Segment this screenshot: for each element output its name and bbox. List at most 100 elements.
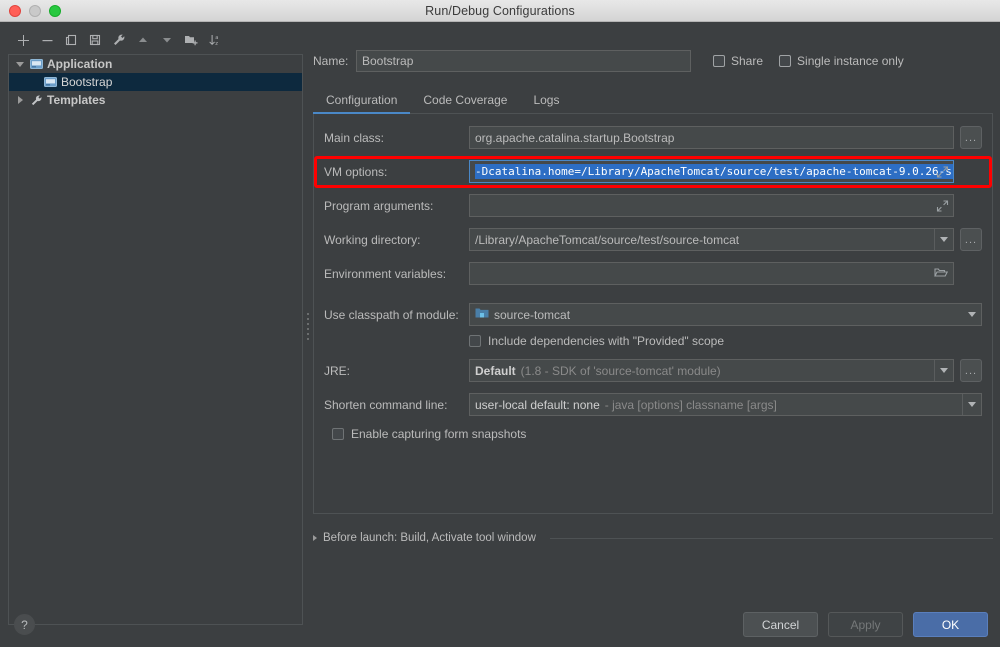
editor-tabs: Configuration Code Coverage Logs	[313, 86, 993, 114]
splitter-grip-icon	[307, 313, 309, 340]
tree-item-label: Application	[45, 57, 112, 71]
jre-label: JRE:	[324, 364, 469, 378]
classpath-module-value: source-tomcat	[494, 308, 570, 322]
tab-code-coverage[interactable]: Code Coverage	[410, 93, 520, 113]
configuration-editor-panel: Name: Bootstrap Share Single instance on…	[313, 28, 993, 625]
main-class-input[interactable]: org.apache.catalina.startup.Bootstrap	[469, 126, 954, 149]
ellipsis-icon: ...	[965, 365, 977, 377]
name-row: Name: Bootstrap Share Single instance on…	[313, 50, 993, 72]
tab-label: Configuration	[326, 93, 397, 107]
name-input-value: Bootstrap	[362, 54, 413, 68]
single-instance-label: Single instance only	[797, 54, 904, 68]
application-icon	[41, 77, 59, 88]
checkbox-box-icon	[713, 55, 725, 67]
move-up-button[interactable]	[132, 29, 154, 51]
vm-options-input[interactable]: -Dcatalina.home=/Library/ApacheTomcat/so…	[469, 160, 954, 183]
expand-triangle-right-icon[interactable]	[313, 535, 317, 541]
working-directory-browse-button[interactable]: ...	[960, 228, 982, 251]
move-down-button[interactable]	[156, 29, 178, 51]
chevron-down-icon[interactable]	[962, 394, 981, 415]
wrench-icon[interactable]	[108, 29, 130, 51]
jre-value-detail: (1.8 - SDK of 'source-tomcat' module)	[521, 364, 721, 378]
configurations-panel: a z Application	[8, 28, 303, 625]
cancel-button[interactable]: Cancel	[743, 612, 818, 637]
jre-combo[interactable]: Default (1.8 - SDK of 'source-tomcat' mo…	[469, 359, 954, 382]
expand-editor-icon[interactable]	[936, 199, 949, 212]
copy-configuration-button[interactable]	[60, 29, 82, 51]
chevron-down-icon[interactable]	[962, 304, 981, 325]
main-class-label: Main class:	[324, 131, 469, 145]
classpath-module-combo[interactable]: source-tomcat	[469, 303, 982, 326]
tree-item-templates[interactable]: Templates	[9, 91, 302, 109]
program-arguments-input[interactable]	[469, 194, 954, 217]
run-debug-configurations-window: Run/Debug Configurations	[0, 0, 1000, 647]
single-instance-checkbox[interactable]: Single instance only	[779, 54, 904, 68]
form-snapshots-checkbox[interactable]: Enable capturing form snapshots	[332, 427, 982, 441]
name-input[interactable]: Bootstrap	[356, 50, 691, 72]
tree-item-bootstrap[interactable]: Bootstrap	[9, 73, 302, 91]
include-provided-checkbox[interactable]: Include dependencies with "Provided" sco…	[469, 334, 982, 348]
save-configuration-button[interactable]	[84, 29, 106, 51]
classpath-module-label: Use classpath of module:	[324, 308, 469, 322]
ok-button[interactable]: OK	[913, 612, 988, 637]
program-arguments-label: Program arguments:	[324, 199, 469, 213]
tree-item-label: Templates	[45, 93, 105, 107]
ellipsis-icon: ...	[965, 234, 977, 246]
working-directory-combo[interactable]: /Library/ApacheTomcat/source/test/source…	[469, 228, 954, 251]
question-mark-icon: ?	[21, 618, 28, 632]
chevron-down-icon[interactable]	[934, 229, 953, 250]
ellipsis-icon: ...	[965, 132, 977, 144]
main-class-row: Main class: org.apache.catalina.startup.…	[324, 126, 982, 149]
classpath-module-row: Use classpath of module: source	[324, 303, 982, 326]
apply-button-label: Apply	[850, 618, 880, 632]
working-directory-label: Working directory:	[324, 233, 469, 247]
add-configuration-button[interactable]	[12, 29, 34, 51]
checkbox-box-icon	[779, 55, 791, 67]
vm-options-label: VM options:	[324, 165, 469, 179]
tab-configuration[interactable]: Configuration	[313, 93, 410, 113]
tree-item-label: Bootstrap	[59, 75, 112, 89]
header-checkboxes: Share Single instance only	[713, 54, 904, 68]
checkbox-box-icon	[332, 428, 344, 440]
remove-configuration-button[interactable]	[36, 29, 58, 51]
application-icon	[27, 59, 45, 70]
module-icon	[475, 307, 489, 322]
configurations-tree[interactable]: Application Bootstrap	[8, 54, 303, 625]
expand-triangle-right-icon[interactable]	[13, 96, 27, 104]
include-provided-label: Include dependencies with "Provided" sco…	[488, 334, 724, 348]
vm-options-row: VM options: -Dcatalina.home=/Library/Apa…	[324, 160, 982, 183]
main-class-value: org.apache.catalina.startup.Bootstrap	[475, 131, 674, 145]
shorten-command-line-row: Shorten command line: user-local default…	[324, 393, 982, 416]
window-titlebar: Run/Debug Configurations	[0, 0, 1000, 22]
shorten-command-line-label: Shorten command line:	[324, 398, 469, 412]
cancel-button-label: Cancel	[762, 618, 799, 632]
name-label: Name:	[313, 54, 356, 68]
shorten-command-line-value: user-local default: none	[475, 398, 600, 412]
checkbox-box-icon	[469, 335, 481, 347]
share-checkbox[interactable]: Share	[713, 54, 763, 68]
environment-variables-input[interactable]	[469, 262, 954, 285]
chevron-down-icon[interactable]	[934, 360, 953, 381]
main-class-browse-button[interactable]: ...	[960, 126, 982, 149]
shorten-command-line-combo[interactable]: user-local default: none - java [options…	[469, 393, 982, 416]
window-title: Run/Debug Configurations	[0, 4, 1000, 18]
expand-editor-icon[interactable]	[936, 165, 949, 178]
panel-splitter[interactable]	[304, 28, 311, 625]
tab-logs[interactable]: Logs	[520, 93, 572, 113]
before-launch-section[interactable]: Before launch: Build, Activate tool wind…	[313, 532, 993, 544]
dialog-buttons: Cancel Apply OK	[743, 612, 988, 637]
form-snapshots-label: Enable capturing form snapshots	[351, 427, 526, 441]
folder-icon[interactable]	[934, 266, 948, 281]
apply-button[interactable]: Apply	[828, 612, 903, 637]
working-directory-row: Working directory: /Library/ApacheTomcat…	[324, 228, 982, 251]
dialog-content: a z Application	[0, 22, 1000, 647]
sort-configurations-button[interactable]: a z	[204, 29, 226, 51]
jre-browse-button[interactable]: ...	[960, 359, 982, 382]
ok-button-label: OK	[942, 618, 959, 632]
wrench-icon	[27, 94, 45, 107]
expand-triangle-down-icon[interactable]	[13, 62, 27, 67]
program-arguments-row: Program arguments:	[324, 194, 982, 217]
tree-item-application[interactable]: Application	[9, 55, 302, 73]
help-button[interactable]: ?	[14, 614, 35, 635]
new-folder-button[interactable]	[180, 29, 202, 51]
